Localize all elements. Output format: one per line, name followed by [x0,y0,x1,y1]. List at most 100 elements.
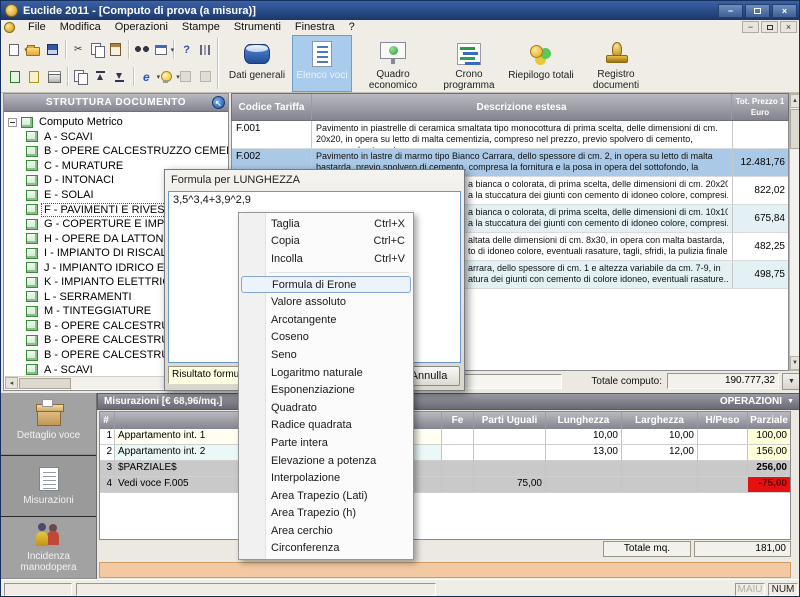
menu-item[interactable]: Operazioni [108,21,175,33]
cell-larghezza[interactable]: 10,00 [622,429,698,444]
context-menu-item[interactable]: Quadrato [239,399,413,417]
col-h-peso[interactable]: H/Peso [698,412,748,429]
cell-h-peso[interactable] [698,445,748,460]
context-menu-item[interactable]: Incolla Ctrl+V [239,250,413,268]
menu-item[interactable]: ? [342,21,362,33]
cell-larghezza[interactable] [622,461,698,476]
close-button[interactable]: × [772,4,797,18]
context-menu-item[interactable]: Circonferenza [239,540,413,558]
context-menu-item[interactable]: Arcotangente [239,311,413,329]
tree-root[interactable]: Computo Metrico [4,115,228,130]
elenco-voci-button[interactable]: Elenco voci [292,35,352,92]
cell-fe[interactable] [442,429,474,444]
scrollbar-thumb[interactable] [19,378,71,389]
cell-parti-uguali[interactable]: 75,00 [474,477,546,492]
registro-documenti-button[interactable]: Registro documenti [578,35,654,92]
cell-parti-uguali[interactable] [474,461,546,476]
menu-item[interactable]: Modifica [53,21,108,33]
context-menu-item[interactable]: Formula di Erone [241,276,411,294]
col-fe[interactable]: Fe [442,412,474,429]
context-menu-item[interactable]: Copia Ctrl+C [239,233,413,251]
menu-item[interactable]: Finestra [288,21,342,33]
cell-larghezza[interactable] [622,477,698,492]
menu-item[interactable]: File [21,21,53,33]
cell-larghezza[interactable]: 12,00 [622,445,698,460]
quadro-economico-button[interactable]: Quadro economico [355,35,431,92]
tips-icon[interactable] [156,66,176,87]
context-menu-item[interactable] [239,268,413,276]
email-icon[interactable]: e [137,66,157,87]
context-menu-item[interactable]: Elevazione a potenza [239,452,413,470]
context-menu-item[interactable]: Area Trapezio (Lati) [239,487,413,505]
context-menu-item[interactable]: Area Trapezio (h) [239,505,413,523]
measurement-row[interactable]: 1 Appartamento int. 1 10,00 10,00 100,00 [100,429,790,445]
riepilogo-totali-button[interactable]: Riepilogo totali [507,35,575,92]
column-header-descrizione[interactable]: Descrizione estesa [312,94,732,120]
measurement-row[interactable]: 3 $PARZIALE$ 256,00 [100,461,790,477]
print-icon[interactable] [44,66,64,87]
import-icon[interactable] [5,66,25,87]
move-bottom-icon[interactable] [110,66,130,87]
scroll-down-icon[interactable]: ▼ [790,356,800,370]
duplicate-pages-icon[interactable] [71,66,91,87]
cell-h-peso[interactable] [698,461,748,476]
column-header-prezzo[interactable]: Tot. Prezzo 1 Euro [732,94,788,120]
cell-lunghezza[interactable] [546,477,622,492]
copy-icon[interactable] [88,39,107,60]
context-menu-item[interactable]: Parte intera [239,434,413,452]
restore-button[interactable] [745,4,770,18]
cell-lunghezza[interactable]: 13,00 [546,445,622,460]
voci-vertical-scrollbar[interactable]: ▲ ▼ [789,93,800,371]
new-document-icon[interactable] [5,39,24,60]
export-icon[interactable] [25,66,45,87]
menu-item[interactable]: Strumenti [227,21,288,33]
table-row[interactable]: F.001 Pavimento in piastrelle di ceramic… [232,121,788,149]
mdi-minimize-button[interactable]: − [742,21,759,33]
cell-fe[interactable] [442,445,474,460]
col-parti-uguali[interactable]: Parti Uguali [474,412,546,429]
cell-h-peso[interactable] [698,429,748,444]
context-menu-item[interactable]: Coseno [239,329,413,347]
context-menu-item[interactable]: Interpolazione [239,469,413,487]
context-menu-item[interactable]: Area cerchio [239,522,413,540]
scroll-left-icon[interactable]: ◂ [5,377,18,389]
minimize-button[interactable]: − [718,4,743,18]
operazioni-button[interactable]: OPERAZIONI ▼ [720,396,794,407]
paste-icon[interactable] [107,39,126,60]
scrollbar-thumb[interactable] [790,109,800,149]
help-icon[interactable]: ? [177,39,196,60]
mdi-close-button[interactable]: × [780,21,797,33]
cell-parti-uguali[interactable] [474,445,546,460]
measurement-row[interactable]: 2 Appartamento int. 2 13,00 12,00 156,00 [100,445,790,461]
tree-item[interactable]: B - OPERE CALCESTRUZZO CEMENTIZI [4,144,228,159]
column-header-codice[interactable]: Codice Tariffa [232,94,312,120]
cell-lunghezza[interactable] [546,461,622,476]
col-parziale[interactable]: Parziale [748,412,790,429]
col-lunghezza[interactable]: Lunghezza [546,412,622,429]
cell-fe[interactable] [442,461,474,476]
tree-item[interactable]: A - SCAVI [4,130,228,145]
share-icon[interactable] [151,39,170,60]
dati-generali-button[interactable]: Dati generali [225,35,289,92]
save-icon[interactable] [43,39,62,60]
cell-fe[interactable] [442,477,474,492]
context-menu-item[interactable]: Radice quadrata [239,417,413,435]
measurement-row[interactable]: 4 Vedi voce F.005 75,00 -75,00 [100,477,790,493]
context-menu-item[interactable]: Valore assoluto [239,293,413,311]
tab-incidenza-manodopera[interactable]: Incidenza manodopera [1,517,96,579]
move-top-icon[interactable] [90,66,110,87]
menu-item[interactable]: Stampe [175,21,227,33]
totale-dropdown-icon[interactable]: ▼ [782,373,800,390]
mdi-restore-button[interactable] [761,21,778,33]
cut-icon[interactable]: ✂ [69,39,88,60]
context-menu-item[interactable]: Seno [239,346,413,364]
crono-programma-button[interactable]: Crono programma [434,35,504,92]
col-number[interactable]: # [100,412,115,429]
collapse-panel-icon[interactable]: ↖ [212,96,225,109]
scroll-up-icon[interactable]: ▲ [790,94,800,108]
col-larghezza[interactable]: Larghezza [622,412,698,429]
cell-h-peso[interactable] [698,477,748,492]
context-menu-item[interactable]: Logaritmo naturale [239,364,413,382]
columns-icon[interactable] [196,39,215,60]
find-icon[interactable] [132,39,151,60]
